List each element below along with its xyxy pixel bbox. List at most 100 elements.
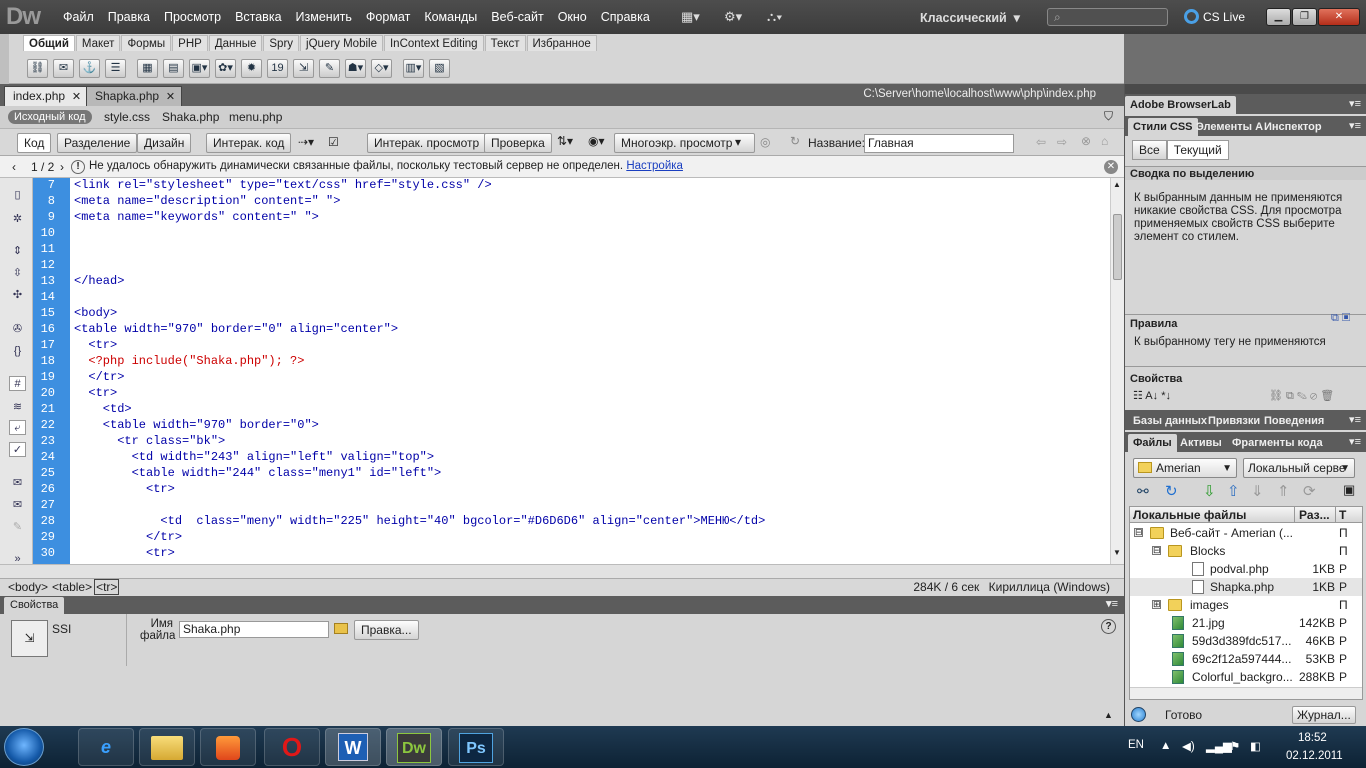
check-button[interactable]: Проверка <box>484 133 552 153</box>
close-info-icon[interactable]: ✕ <box>1104 160 1118 174</box>
email-link-icon[interactable]: ✉ <box>53 59 74 78</box>
language-indicator[interactable]: EN <box>1128 739 1144 751</box>
images-icon[interactable]: ▣▾ <box>189 59 210 78</box>
panel-menu-icon[interactable]: ▾≡ <box>1106 597 1118 610</box>
apply-comment-icon[interactable]: ✉ <box>9 476 26 491</box>
collapse-toggle-icon[interactable]: ⊟ <box>1134 528 1143 537</box>
assets-tab[interactable]: Активы <box>1175 434 1227 452</box>
file-row-shapka[interactable]: Shapka.php 1KB P <box>1130 578 1362 596</box>
media-icon[interactable]: ✿▾ <box>215 59 236 78</box>
file-row-21jpg[interactable]: 21.jpg 142KB P <box>1130 614 1362 632</box>
widget-icon[interactable]: ✹ <box>241 59 262 78</box>
home-icon[interactable]: ⌂ <box>1101 134 1108 148</box>
insert-tab-favorites[interactable]: Избранное <box>526 35 597 51</box>
css-styles-tab[interactable]: Стили CSS <box>1128 118 1198 136</box>
files-tab[interactable]: Файлы <box>1128 434 1177 452</box>
templates-icon[interactable]: ▥▾ <box>403 59 424 78</box>
file-row-59d3[interactable]: 59d3d389fdc517... 46KB P <box>1130 632 1362 650</box>
menu-view[interactable]: Просмотр <box>157 10 228 24</box>
get-files-icon[interactable]: ⇩ <box>1203 482 1216 500</box>
filter-icon[interactable]: ⛉ <box>1104 109 1113 124</box>
ap-elements-tab[interactable]: Элементы А <box>1191 118 1268 136</box>
source-code-button[interactable]: Исходный код <box>8 110 92 124</box>
cs-live-button[interactable]: CS Live <box>1184 9 1245 24</box>
insert-tab-text[interactable]: Текст <box>484 35 526 51</box>
insert-bar-grip[interactable] <box>0 34 9 84</box>
related-file-menu[interactable]: menu.php <box>229 110 282 124</box>
word-wrap-icon[interactable]: ⤶ <box>9 420 26 435</box>
action-center-icon[interactable]: ⚑ <box>1230 739 1240 753</box>
expand-all-icon[interactable]: ✣ <box>9 288 26 303</box>
split-view-button[interactable]: Разделение <box>57 133 138 153</box>
menu-format[interactable]: Формат <box>359 10 417 24</box>
snippets-tab[interactable]: Фрагменты кода <box>1227 434 1328 452</box>
scroll-thumb[interactable] <box>1113 214 1122 280</box>
close-tab-icon[interactable]: ✕ <box>166 88 175 106</box>
back-icon[interactable]: ⇦ <box>1036 135 1046 149</box>
menu-commands[interactable]: Команды <box>417 10 484 24</box>
menu-window[interactable]: Окно <box>551 10 594 24</box>
insert-tab-layout[interactable]: Макет <box>75 35 121 51</box>
collapse-selection-icon[interactable]: ⇳ <box>9 266 26 281</box>
collapse-tag-icon[interactable]: ⇕ <box>9 244 26 259</box>
extend-gear-icon[interactable]: ⚙▾ <box>724 9 742 25</box>
file-row-69c2[interactable]: 69c2f12a597444... 53KB P <box>1130 650 1362 668</box>
taskbar-photoshop[interactable]: Ps <box>448 728 504 766</box>
inspect-icon[interactable]: ⇢▾ <box>298 135 314 149</box>
tag-inspector-tab[interactable]: Инспектор <box>1259 118 1327 136</box>
preview-browser-icon[interactable]: ◉▾ <box>588 134 605 148</box>
properties-tab[interactable]: Свойства <box>4 597 65 614</box>
remove-comment-icon[interactable]: ✉ <box>9 498 26 513</box>
network-icon[interactable]: ▂▄▆ <box>1206 739 1232 753</box>
behaviors-tab[interactable]: Поведения <box>1259 412 1329 430</box>
code-horizontal-scrollbar[interactable] <box>0 564 1124 578</box>
table-icon[interactable]: ▦ <box>137 59 158 78</box>
show-code-navigator-icon[interactable]: ✲ <box>9 212 26 227</box>
expand-panel-icon[interactable]: ▣ <box>1343 482 1355 498</box>
check-out-icon[interactable]: ⇓ <box>1251 482 1264 500</box>
related-file-style[interactable]: style.css <box>104 110 150 124</box>
taskbar-ie[interactable]: e <box>78 728 134 766</box>
design-view-button[interactable]: Дизайн <box>137 133 192 153</box>
insert-tab-forms[interactable]: Формы <box>121 35 172 51</box>
collapse-toggle-icon[interactable]: ⊟ <box>1152 546 1161 555</box>
horizontal-rule-icon[interactable]: ☰ <box>105 59 126 78</box>
scroll-up-icon[interactable]: ▲ <box>1113 180 1121 189</box>
insert-tab-spry[interactable]: Spry <box>263 35 300 51</box>
forward-icon[interactable]: ⇨ <box>1057 135 1067 149</box>
live-code-button[interactable]: Интерак. код <box>206 133 292 153</box>
script-icon[interactable]: ◇▾ <box>371 59 392 78</box>
tag-tr[interactable]: <tr> <box>94 579 120 595</box>
panel-menu-icon[interactable]: ▾≡ <box>1349 97 1361 110</box>
insert-tab-common[interactable]: Общий <box>23 35 75 51</box>
panel-menu-icon[interactable]: ▾≡ <box>1349 435 1361 448</box>
file-row-blocks[interactable]: ⊟ Blocks П <box>1130 542 1362 560</box>
menu-insert[interactable]: Вставка <box>228 10 288 24</box>
property-action-icons[interactable]: ⛓ ⧉ ✎ ⊘ 🗑 <box>1269 389 1334 403</box>
title-input[interactable]: Главная <box>864 134 1014 153</box>
code-editor[interactable]: <link rel="stylesheet" type="text/css" h… <box>70 178 1110 564</box>
tag-body[interactable]: <body> <box>6 579 50 595</box>
taskbar-word[interactable]: W <box>325 728 381 766</box>
databases-tab[interactable]: Базы данных <box>1128 412 1212 430</box>
file-tree-hscrollbar[interactable] <box>1130 687 1362 699</box>
related-file-shaka[interactable]: Shaka.php <box>162 110 219 124</box>
taskbar-opera[interactable]: O <box>264 728 320 766</box>
select-parent-tag-icon[interactable]: ✇ <box>9 322 26 337</box>
wrap-tag-icon[interactable]: ✎ <box>9 520 26 535</box>
layout-icon[interactable]: ▦▾ <box>681 9 700 25</box>
date-icon[interactable]: 19 <box>267 59 288 78</box>
stop-icon[interactable]: ⊗ <box>1081 134 1091 148</box>
comment-icon[interactable]: ✎ <box>319 59 340 78</box>
col-local-files[interactable]: Локальные файлы <box>1133 507 1246 523</box>
file-row-colorful[interactable]: Colorful_backgro... 288KB P <box>1130 668 1362 686</box>
validate-icon[interactable]: ☑ <box>328 135 339 149</box>
expand-toggle-icon[interactable]: ⊞ <box>1152 600 1161 609</box>
file-row-site-root[interactable]: ⊟ Веб-сайт - Amerian (... П <box>1130 524 1362 542</box>
menu-help[interactable]: Справка <box>594 10 657 24</box>
file-name-input[interactable]: Shaka.php <box>179 621 329 638</box>
menu-modify[interactable]: Изменить <box>289 10 359 24</box>
check-in-icon[interactable]: ⇑ <box>1277 482 1290 500</box>
connect-icon[interactable]: ⚯ <box>1137 483 1149 500</box>
site-select[interactable]: Amerian ▼ <box>1133 458 1237 478</box>
